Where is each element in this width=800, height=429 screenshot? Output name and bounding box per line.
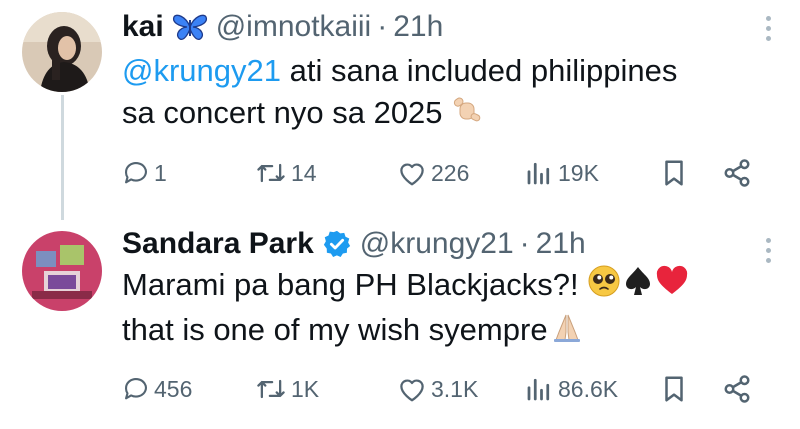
tweet-header: kai @imnotkaiii · 21h [122, 10, 443, 44]
share-icon [724, 375, 750, 403]
more-options-icon[interactable] [766, 238, 772, 263]
user-handle[interactable]: @krungy21 [360, 227, 514, 261]
tweet-kai[interactable]: kai @imnotkaiii · 21h @krungy21 ati sana… [0, 0, 800, 220]
repost-icon [257, 163, 285, 183]
reply-button[interactable]: 1 [122, 155, 167, 191]
butterfly-icon [172, 12, 208, 42]
like-button[interactable]: 226 [397, 155, 469, 191]
action-bar: 1 14 226 19K [122, 155, 762, 191]
repost-count: 14 [291, 159, 317, 186]
share-button[interactable] [722, 371, 752, 407]
tweet-text-line2: sa concert nyo sa 2025 [122, 95, 443, 130]
tweet-text-line1: ati sana included philippines [281, 53, 678, 88]
bookmark-icon [665, 160, 683, 186]
call-me-hand-icon [451, 92, 485, 137]
bookmark-icon [665, 376, 683, 402]
reply-icon [125, 378, 147, 400]
reply-count: 1 [154, 159, 167, 186]
reply-icon [125, 162, 147, 184]
repost-button[interactable]: 1K [255, 371, 319, 407]
tweet-text: @krungy21 ati sana included philippines … [122, 50, 772, 137]
view-count: 19K [558, 159, 599, 186]
like-button[interactable]: 3.1K [397, 371, 478, 407]
timestamp[interactable]: 21h [536, 227, 586, 261]
heart-icon [400, 163, 424, 186]
folded-hands-icon [550, 310, 584, 355]
share-icon [724, 159, 750, 187]
views-button[interactable]: 86.6K [524, 371, 618, 407]
like-count: 3.1K [431, 375, 479, 402]
tweet-header: Sandara Park @krungy21 · 21h [122, 227, 586, 261]
analytics-icon [527, 162, 550, 185]
thread-line [61, 95, 64, 220]
bookmark-button[interactable] [660, 155, 688, 191]
tweet-sandara-park[interactable]: Sandara Park @krungy21 · 21h Marami pa b… [0, 214, 800, 429]
separator-dot: · [519, 227, 530, 260]
action-bar: 456 1K 3.1K 86.6K [122, 371, 762, 407]
more-options-icon[interactable] [766, 16, 772, 41]
mention-link[interactable]: @krungy21 [122, 53, 281, 88]
timestamp[interactable]: 21h [393, 10, 443, 44]
separator-dot: · [377, 10, 388, 43]
avatar-sandara-park[interactable] [22, 231, 102, 311]
repost-count: 1K [291, 375, 320, 402]
display-name[interactable]: Sandara Park [122, 227, 314, 261]
reply-button[interactable]: 456 [122, 371, 192, 407]
display-name[interactable]: kai [122, 10, 164, 44]
views-button[interactable]: 19K [524, 155, 599, 191]
tweet-text-line1: Marami pa bang PH Blackjacks?! [122, 267, 579, 302]
pleading-face-icon [587, 264, 621, 309]
repost-icon [257, 379, 285, 399]
heart-icon [400, 379, 424, 402]
analytics-icon [527, 378, 550, 401]
avatar-kai[interactable] [22, 12, 102, 92]
bookmark-button[interactable] [660, 371, 688, 407]
view-count: 86.6K [558, 375, 619, 402]
tweet-text: Marami pa bang PH Blackjacks?! that is o… [122, 264, 772, 355]
spade-icon [623, 264, 653, 309]
user-handle[interactable]: @imnotkaiii [216, 10, 372, 44]
tweet-text-line2: that is one of my wish syempre [122, 312, 548, 348]
red-heart-icon [655, 265, 689, 308]
like-count: 226 [431, 159, 470, 186]
share-button[interactable] [722, 155, 752, 191]
verified-badge-icon [322, 229, 352, 259]
reply-count: 456 [154, 375, 193, 402]
repost-button[interactable]: 14 [255, 155, 317, 191]
